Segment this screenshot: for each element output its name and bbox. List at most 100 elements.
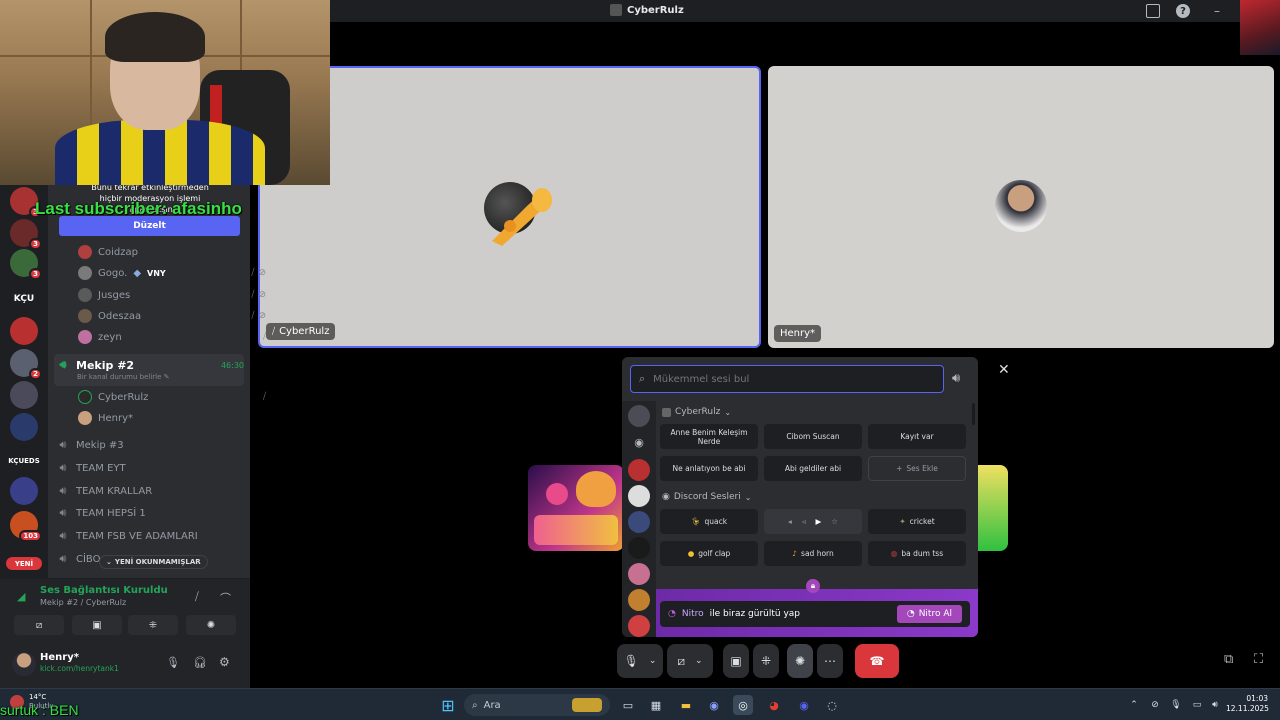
voice-member[interactable]: zeyn ⧸ — [78, 327, 266, 347]
server-icon[interactable]: 2 — [10, 349, 42, 380]
minimize-icon[interactable]: – — [1214, 4, 1220, 18]
close-icon[interactable]: ✕ — [998, 362, 1010, 378]
user-status[interactable]: kick.com/henrytank1 — [40, 664, 119, 673]
chevron-up-icon[interactable]: ⌃ — [1124, 695, 1144, 715]
camera-button[interactable]: ⧄ — [14, 615, 64, 635]
user-name[interactable]: Henry* — [40, 652, 79, 663]
popout-icon[interactable]: ⧉ — [1224, 652, 1233, 667]
voice-member[interactable]: Henry* — [78, 408, 266, 428]
sound-button[interactable]: ◍ ba dum tss — [868, 541, 966, 566]
sound-button[interactable]: Kayıt var — [868, 424, 966, 449]
server-icon[interactable]: 3 — [10, 249, 42, 280]
sound-button[interactable]: ♪ sad horn — [764, 541, 862, 566]
soundboard-section-discord[interactable]: ◉ Discord Sesleri ⌄ — [662, 492, 751, 502]
server-avatar[interactable] — [628, 405, 650, 427]
more-button[interactable]: ⋯ — [817, 644, 843, 678]
voice-channel-mekip-2[interactable]: 🔊︎ Mekip #2 46:30 — [56, 355, 244, 375]
volume-icon[interactable]: 🔊︎ — [952, 371, 960, 386]
help-icon[interactable]: ? — [1176, 4, 1190, 18]
file-explorer-icon[interactable]: ▬ — [676, 695, 696, 715]
headphones-icon[interactable]: 🎧︎ — [193, 656, 207, 669]
app-icon[interactable]: ◌ — [822, 695, 842, 715]
chrome-icon[interactable]: ◕ — [764, 695, 784, 715]
sound-button[interactable]: ✦ cricket — [868, 509, 966, 534]
voice-status-title[interactable]: Ses Bağlantısı Kuruldu — [40, 585, 168, 596]
discord-icon[interactable]: ◉ — [628, 431, 650, 453]
new-badge[interactable]: YENİ — [6, 557, 42, 570]
voice-channel[interactable]: 🔊︎ TEAM HEPSİ 1 — [56, 503, 244, 523]
channel-status-hint[interactable]: Bir kanal durumu belirle ✎ — [77, 373, 170, 381]
fix-button[interactable]: Düzelt — [59, 216, 240, 236]
network-off-icon[interactable]: ⊘ — [1145, 695, 1165, 715]
nitro-get-button[interactable]: ◔ Nitro Al — [896, 605, 962, 623]
sound-button-hovered[interactable]: ◂ ◃ ▶ ☆ — [764, 509, 862, 534]
soundboard-button[interactable]: ✺ — [186, 615, 236, 635]
mic-icon[interactable]: 🎙︎ — [1166, 695, 1186, 715]
inbox-icon[interactable] — [1146, 4, 1160, 18]
screen-share-button[interactable]: ▣ — [72, 615, 122, 635]
calculator-icon[interactable]: ▦ — [646, 695, 666, 715]
server-icon[interactable]: KÇUEDS — [8, 447, 40, 475]
server-icon[interactable] — [10, 477, 38, 505]
activities-button[interactable]: ⁜ — [753, 644, 779, 678]
camera-toggle[interactable]: ⧄ ⌄ — [667, 644, 713, 678]
chevron-down-icon[interactable]: ⌄ — [695, 656, 703, 666]
taskbar-search[interactable]: ⌕ Ara — [464, 694, 610, 716]
video-tile-cyberrulz[interactable]: ⧸ CyberRulz — [258, 66, 761, 348]
voice-status-subtitle[interactable]: Mekip #2 / CyberRulz — [40, 598, 126, 607]
server-avatar[interactable] — [628, 537, 650, 559]
speaker-icon[interactable]: ◃ — [802, 517, 806, 526]
server-icon[interactable] — [10, 381, 38, 409]
server-icon[interactable] — [10, 413, 38, 441]
server-avatar[interactable] — [628, 563, 650, 585]
disconnect-button[interactable]: ☎︎ — [855, 644, 899, 678]
star-icon[interactable]: ☆ — [831, 517, 838, 526]
server-avatar[interactable] — [628, 459, 650, 481]
soundboard-search-input[interactable] — [653, 373, 924, 385]
app-icon[interactable]: ◉ — [704, 695, 724, 715]
sound-button[interactable]: Ne anlatıyon be abi — [660, 456, 758, 481]
sound-button[interactable]: Cibom Suscan — [764, 424, 862, 449]
start-icon[interactable]: ⊞ — [438, 695, 458, 715]
activity-card-karaoke[interactable] — [528, 465, 624, 551]
play-icon[interactable]: ▶ — [816, 517, 822, 526]
voice-member[interactable]: Gogo. ◆ VNY ⧸ ⊘ — [78, 263, 266, 283]
sound-button[interactable]: Anne Benim Keleşim Nerde — [660, 424, 758, 449]
fullscreen-icon[interactable]: ⛶ — [1254, 652, 1263, 667]
noise-suppression-icon[interactable]: ⧸ — [195, 590, 199, 604]
new-unreads-pill[interactable]: ⌄ YENİ OKUNMAMIŞLAR — [99, 555, 208, 569]
server-avatar[interactable] — [628, 589, 650, 611]
server-icon[interactable]: 3 — [10, 187, 42, 218]
chevron-down-icon[interactable]: ⌄ — [649, 656, 657, 666]
voice-channel[interactable]: 🔊︎ TEAM KRALLAR — [56, 481, 244, 501]
mic-toggle[interactable]: 🎙︎ ⌄ — [617, 644, 663, 678]
server-avatar[interactable] — [628, 485, 650, 507]
server-icon[interactable] — [10, 317, 38, 345]
voice-member[interactable]: Odeszaa ⧸ ⊘ — [78, 306, 266, 326]
video-tile-henry[interactable]: Henry* — [768, 66, 1274, 348]
volume-icon[interactable]: 🔊︎ — [1205, 695, 1225, 715]
task-view-icon[interactable]: ▭ — [618, 695, 638, 715]
scrollbar[interactable] — [972, 403, 975, 425]
clock[interactable]: 01:03 12.11.2025 — [1226, 694, 1269, 714]
activities-button[interactable]: ⁜ — [128, 615, 178, 635]
voice-channel[interactable]: 🔊︎ TEAM FSB VE ADAMLARI — [56, 526, 244, 546]
voice-member[interactable]: CyberRulz ⧸ — [78, 387, 266, 407]
voice-channel[interactable]: 🔊︎ Mekip #3 — [56, 435, 244, 455]
disconnect-icon[interactable]: ⌒ — [220, 590, 231, 606]
display-icon[interactable]: ▭ — [1187, 695, 1207, 715]
server-icon[interactable]: 103 — [10, 511, 42, 542]
server-icon[interactable]: KÇU — [10, 285, 38, 313]
add-sound-button[interactable]: + Ses Ekle — [868, 456, 966, 481]
volume-icon[interactable]: ◂ — [788, 517, 792, 526]
server-avatar[interactable] — [628, 511, 650, 533]
sound-button[interactable]: 🦆︎ quack — [660, 509, 758, 534]
stream-thumbnail[interactable] — [1240, 0, 1280, 55]
server-icon[interactable]: 3 — [10, 219, 42, 250]
voice-member[interactable]: Jusges ⧸ ⊘ — [78, 285, 266, 305]
voice-channel[interactable]: 🔊︎ TEAM EYT — [56, 458, 244, 478]
soundboard-button[interactable]: ✺ — [787, 644, 813, 678]
screen-share-button[interactable]: ▣ — [723, 644, 749, 678]
soundboard-section-server[interactable]: CyberRulz ⌄ — [662, 407, 731, 417]
soundboard-search[interactable]: ⌕ — [630, 365, 944, 393]
